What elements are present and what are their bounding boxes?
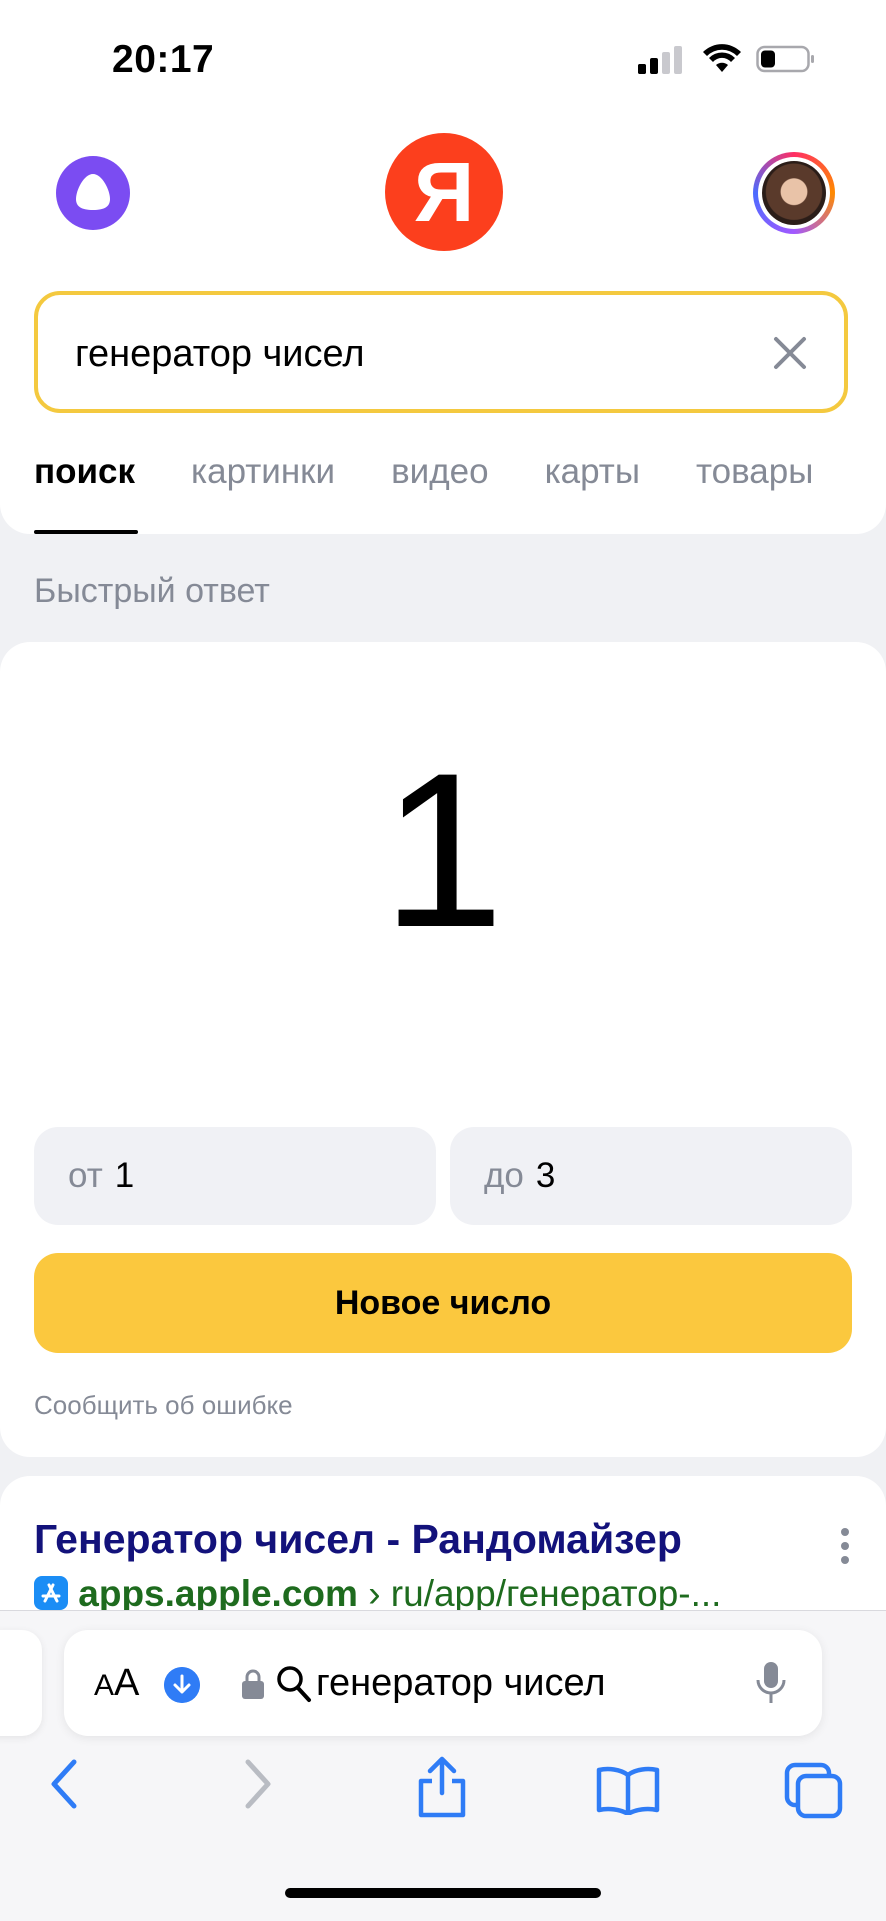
range-from-value: 1 (114, 1156, 135, 1195)
active-tab-indicator (34, 530, 138, 534)
page-settings-button[interactable]: AA (94, 1662, 139, 1705)
yandex-logo[interactable]: Я (385, 133, 503, 251)
microphone-icon[interactable] (756, 1660, 786, 1706)
new-number-button[interactable]: Новое число (34, 1253, 852, 1353)
avatar-frame (758, 157, 830, 229)
app-store-icon (34, 1576, 68, 1610)
previous-tab-preview[interactable] (0, 1630, 42, 1736)
range-to-field[interactable]: до 3 (450, 1127, 852, 1225)
avatar-photo (762, 161, 826, 225)
tab-goods[interactable]: товары (696, 452, 813, 492)
search-query-text: генератор чисел (75, 333, 365, 375)
battery-icon (756, 45, 814, 73)
alice-assistant-icon[interactable] (56, 156, 130, 230)
generated-number: 1 (381, 727, 505, 973)
bookmarks-icon[interactable] (596, 1765, 660, 1815)
more-options-icon[interactable] (838, 1526, 852, 1566)
new-number-button-label: Новое число (334, 1283, 552, 1322)
result-path: › ru/app/генератор-... (357, 1573, 722, 1614)
result-domain: apps.apple.com (78, 1573, 358, 1614)
lock-icon (242, 1669, 264, 1699)
download-icon[interactable] (164, 1667, 200, 1703)
home-indicator[interactable] (285, 1888, 601, 1898)
range-to-value: 3 (535, 1156, 556, 1195)
tab-video[interactable]: видео (391, 452, 489, 492)
search-tabs: поиск картинки видео карты товары (34, 452, 869, 492)
tab-maps[interactable]: карты (545, 452, 640, 492)
status-time: 20:17 (112, 38, 215, 81)
report-error-link[interactable]: Сообщить об ошибке (34, 1390, 293, 1421)
logo-letter: Я (413, 144, 475, 239)
quick-answer-title: Быстрый ответ (34, 572, 270, 610)
forward-arrow-icon[interactable] (240, 1757, 276, 1811)
address-bar-text: генератор чисел (316, 1662, 606, 1704)
clear-search-icon[interactable] (770, 333, 810, 373)
wifi-icon (703, 44, 741, 72)
range-from-label: от (68, 1156, 103, 1195)
tabs-icon[interactable] (784, 1762, 844, 1820)
range-to-label: до (484, 1156, 524, 1195)
tab-images[interactable]: картинки (191, 452, 335, 492)
tab-search[interactable]: поиск (34, 452, 135, 492)
result-url[interactable]: apps.apple.com › ru/app/генератор-... (34, 1573, 721, 1615)
result-title-link[interactable]: Генератор чисел - Рандомайзер (34, 1516, 682, 1563)
signal-icon (638, 46, 682, 74)
aa-label-large: A (114, 1662, 140, 1704)
status-icons (638, 44, 816, 74)
back-arrow-icon[interactable] (46, 1757, 82, 1811)
search-icon (277, 1666, 311, 1702)
share-icon[interactable] (415, 1755, 469, 1819)
avatar[interactable] (753, 152, 835, 234)
range-from-field[interactable]: от 1 (34, 1127, 436, 1225)
